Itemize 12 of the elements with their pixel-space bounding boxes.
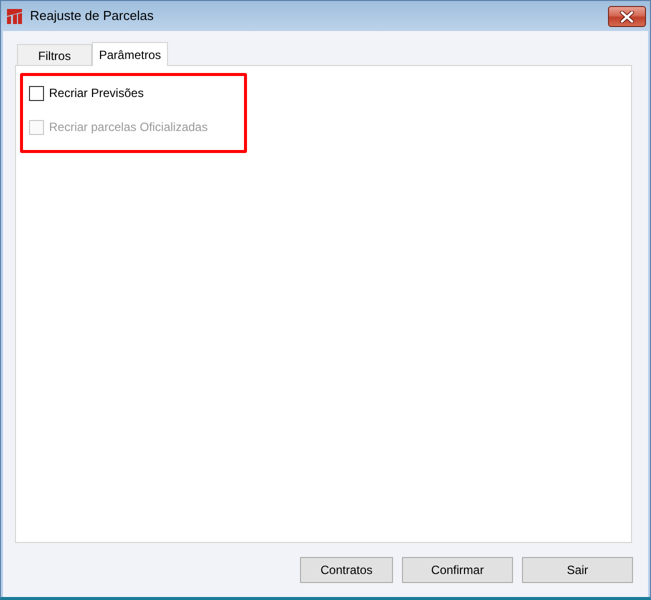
dialog-button[interactable]: Sair xyxy=(522,557,633,583)
checkbox-label: Recriar parcelas Oficializadas xyxy=(49,119,208,135)
app-logo-icon xyxy=(6,8,23,24)
checkbox-label[interactable]: Recriar Previsões xyxy=(49,85,144,101)
close-button[interactable] xyxy=(608,6,646,27)
dialog-button[interactable]: Confirmar xyxy=(402,557,513,583)
dialog-button[interactable]: Contratos xyxy=(300,557,393,583)
checkbox[interactable] xyxy=(29,86,44,100)
close-icon xyxy=(619,10,635,22)
window-title: Reajuste de Parcelas xyxy=(30,8,154,24)
tab[interactable]: Parâmetros xyxy=(92,42,168,66)
tab[interactable]: Filtros xyxy=(17,44,92,65)
